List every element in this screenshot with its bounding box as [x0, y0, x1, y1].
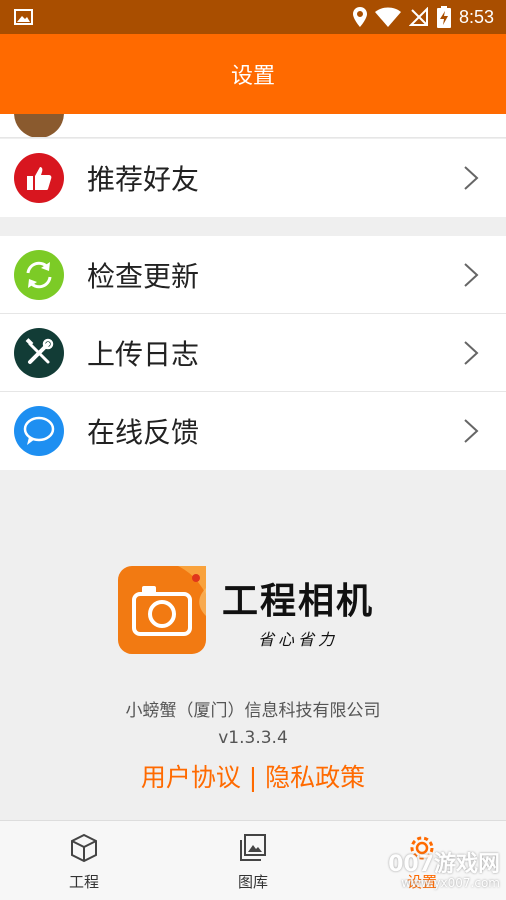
company-name: 小螃蟹（厦门）信息科技有限公司: [125, 701, 381, 721]
clock: 8:53: [458, 6, 494, 27]
chevron-right-icon: [464, 263, 479, 287]
app-bar: 设置: [0, 34, 506, 114]
clipped-item-icon: [14, 114, 64, 137]
settings-group-2: 检查更新 上传日志 在线反馈: [0, 236, 506, 470]
battery-charging-icon: [436, 6, 451, 28]
refresh-icon: [14, 250, 64, 300]
app-version: v1.3.3.4: [218, 728, 288, 748]
upload-log-label: 上传日志: [87, 337, 200, 371]
tab-projects[interactable]: 工程: [24, 821, 144, 900]
brand-block: 工程相机 省心省力: [0, 560, 506, 660]
status-bar: 8:53: [0, 0, 506, 34]
tab-gallery-label: 图库: [237, 873, 268, 891]
chat-bubble-icon: [14, 406, 64, 456]
page-title: 设置: [230, 64, 275, 89]
settings-list-clipped: [0, 114, 506, 138]
gallery-icon: [240, 834, 266, 861]
tab-projects-label: 工程: [68, 873, 99, 891]
thumbs-up-icon: [14, 153, 64, 203]
chevron-right-icon: [464, 341, 479, 365]
camera-icon: [132, 566, 206, 636]
upload-log-item[interactable]: 上传日志: [0, 314, 506, 392]
settings-group-1: 推荐好友: [0, 139, 506, 217]
online-feedback-item[interactable]: 在线反馈: [0, 392, 506, 470]
gallery-notification-icon: [14, 9, 33, 25]
wifi-icon: [374, 7, 401, 27]
watermark-url: www.yx007.com: [401, 876, 500, 890]
no-signal-icon: [408, 7, 428, 26]
check-update-label: 检查更新: [87, 259, 200, 293]
location-icon: [352, 7, 367, 27]
recommend-friends-item[interactable]: 推荐好友: [0, 139, 506, 217]
cube-icon: [71, 833, 97, 863]
status-icons: 8:53: [352, 0, 494, 34]
brand-name: 工程相机: [222, 580, 375, 622]
tab-gallery[interactable]: 图库: [193, 821, 313, 900]
brand-slogan: 省心省力: [258, 630, 339, 649]
online-feedback-label: 在线反馈: [87, 416, 200, 449]
app-logo: [118, 566, 206, 654]
tools-icon: [14, 328, 64, 378]
check-update-item[interactable]: 检查更新: [0, 236, 506, 314]
user-agreement-privacy-link[interactable]: 用户协议 | 隐私政策: [0, 758, 506, 794]
chevron-right-icon: [464, 166, 479, 190]
recommend-friends-label: 推荐好友: [87, 163, 200, 196]
chevron-right-icon: [464, 419, 479, 443]
watermark-title: 007游戏网: [388, 852, 500, 877]
site-watermark: 007游戏网 www.yx007.com: [380, 846, 504, 898]
